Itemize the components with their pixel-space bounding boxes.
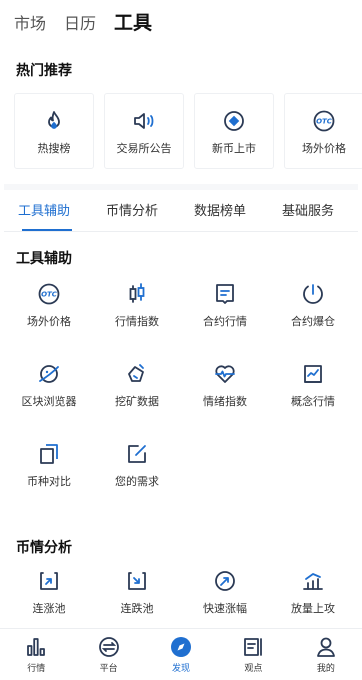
svg-text:OTC: OTC [316,118,333,126]
tool-label: 概念行情 [291,395,335,408]
tool-contract-liquidation[interactable]: 合约爆仓 [269,281,357,361]
tool-concept-market[interactable]: 概念行情 [269,361,357,441]
category-tabs: 工具辅助 币情分析 数据榜单 基础服务 [0,200,362,219]
hot-item-label: 场外价格 [302,142,346,155]
tool-label: 场外价格 [27,315,71,328]
analysis-section-title: 币情分析 [16,540,72,556]
tool-otc-price[interactable]: OTC 场外价格 [5,281,93,361]
nav-viewpoint[interactable]: 观点 [217,629,289,680]
tab-data-rankings[interactable]: 数据榜单 [176,200,264,219]
hot-item-exchange-announcements[interactable]: 交易所公告 [104,93,184,169]
discover-compass-icon [169,635,193,659]
nav-profile[interactable]: 我的 [290,629,362,680]
rise-pool-icon [36,568,62,594]
hot-item-label: 交易所公告 [116,142,172,155]
analysis-label: 连涨池 [32,602,66,615]
tools-section-title: 工具辅助 [16,251,72,267]
trend-chart-icon [300,361,326,387]
tool-contract-market[interactable]: 合约行情 [181,281,269,361]
bottom-nav: 行情 平台 发现 观点 我的 [0,628,362,680]
tool-label: 区块浏览器 [21,395,77,408]
tool-label: 币种对比 [27,475,71,488]
hot-item-label: 热搜榜 [37,142,71,155]
hot-item-new-listings[interactable]: 新币上市 [194,93,274,169]
nav-platform[interactable]: 平台 [72,629,144,680]
platform-icon [97,635,121,659]
analysis-label: 放量上攻 [291,602,335,615]
tabs-divider [4,231,358,232]
tool-label: 行情指数 [115,315,159,328]
tab-coin-analysis[interactable]: 币情分析 [88,200,176,219]
top-tab-calendar[interactable]: 日历 [64,10,96,34]
hot-item-otc-price[interactable]: OTC 场外价格 [284,93,362,169]
tool-market-index[interactable]: 行情指数 [93,281,181,361]
tab-basic-services[interactable]: 基础服务 [264,200,352,219]
hot-item-trending[interactable]: 热搜榜 [14,93,94,169]
hot-item-label: 新币上市 [212,142,256,155]
nav-label: 平台 [99,664,118,674]
tab-tools-assist[interactable]: 工具辅助 [0,200,88,219]
contract-icon [212,281,238,307]
candlestick-icon [124,281,150,307]
nav-label: 观点 [244,664,263,674]
tool-label: 合约行情 [203,315,247,328]
planet-icon [36,361,62,387]
mining-icon [124,361,150,387]
heart-pulse-icon [212,361,238,387]
edit-icon [124,441,150,467]
otc-icon: OTC [311,108,337,134]
nav-discover[interactable]: 发现 [145,629,217,680]
tool-label: 合约爆仓 [291,315,335,328]
rapid-rise-icon [212,568,238,594]
analysis-label: 连跌池 [120,602,154,615]
svg-text:OTC: OTC [41,291,58,299]
tool-sentiment-index[interactable]: 情绪指数 [181,361,269,441]
tool-label: 情绪指数 [203,395,247,408]
nav-market[interactable]: 行情 [0,629,72,680]
nav-label: 行情 [27,664,46,674]
analysis-label: 快速涨幅 [203,602,247,615]
tool-label: 您的需求 [115,475,159,488]
top-tab-market[interactable]: 市场 [14,10,46,34]
speaker-icon [131,108,157,134]
top-tabs: 市场 日历 工具 [14,8,152,35]
fall-pool-icon [124,568,150,594]
top-tab-tools[interactable]: 工具 [114,8,152,35]
nav-label: 发现 [172,664,191,674]
hot-list: 热搜榜 交易所公告 新币上市 OTC 场外价格 [14,93,362,169]
tools-grid: OTC 场外价格 行情指数 合约行情 合约爆仓 区块浏览器 挖矿数据 情绪指数 … [5,281,357,521]
profile-icon [314,635,338,659]
tool-label: 挖矿数据 [115,395,159,408]
tool-mining-data[interactable]: 挖矿数据 [93,361,181,441]
otc-icon: OTC [36,281,62,307]
tool-your-request[interactable]: 您的需求 [93,441,181,521]
market-icon [24,635,48,659]
new-coin-icon [221,108,247,134]
compare-icon [36,441,62,467]
viewpoint-icon [241,635,265,659]
hot-section-title: 热门推荐 [16,63,72,79]
nav-label: 我的 [316,664,335,674]
tool-coin-compare[interactable]: 币种对比 [5,441,93,521]
tool-block-explorer[interactable]: 区块浏览器 [5,361,93,441]
flame-icon [41,108,67,134]
section-divider [4,184,358,190]
liquidation-gauge-icon [300,281,326,307]
volume-up-icon [300,568,326,594]
